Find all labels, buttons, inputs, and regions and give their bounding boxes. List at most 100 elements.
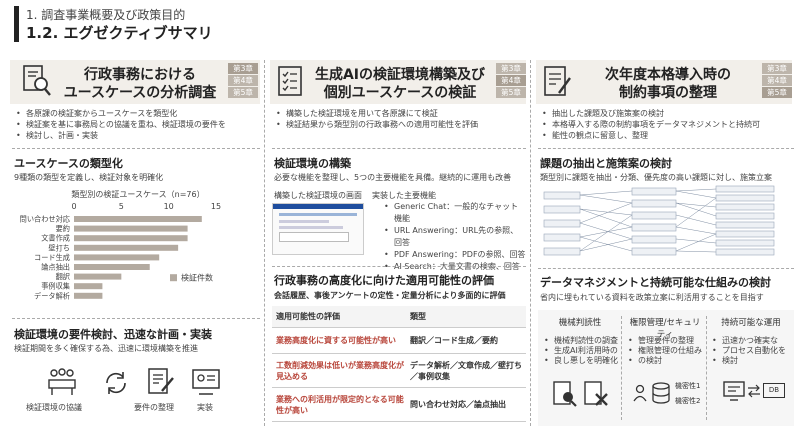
table-row: 業務高度化に資する可能性が高い 翻訳／コード生成／要約 [272,328,526,354]
exchange-arrows-icon [747,384,761,398]
list-item-continued: 能性の観点に留意し、整理 [552,131,648,140]
list-item: 権限管理の仕組み [628,346,704,356]
col1-title-line2: ユースケースの分析調査 [63,85,217,101]
list-item-continued: の検討 [638,356,662,365]
y-tick-label: 文書作成 [41,234,70,243]
table-header-cell: 類型 [410,312,426,321]
section-divider [538,148,794,149]
chapter-chip: 第4章 [496,75,526,86]
table-header: 適用可能性の評価 類型 [272,306,526,328]
document-pen-icon [542,64,572,98]
y-tick-label: 論点抽出 [41,263,70,272]
col2-bullets: 構築した検証環境を用いて各原課にて検証 検証結果から類型別の行政事務への適用可能… [274,108,526,130]
chapter-chip: 第5章 [228,87,258,98]
chart-title: 類型別の検証ユースケース（n=76） [71,189,204,199]
meeting-icon [46,367,78,397]
list-item: 構築した検証環境を用いて各原課にて検証 [274,108,526,119]
bar [74,292,103,299]
col3-sec2-title: データマネジメントと持続可能な仕組みの検討 [540,276,771,289]
box-title-readability: 機械判読性 [558,318,602,328]
list-item: 能性の観点に留意し、整理 [540,130,794,141]
screen-line [279,226,343,229]
section-number: 1. 調査事業概要及び政策目的 [26,8,186,22]
list-item: 本格導入する際の制約事項をデータマネジメントと持続可 [540,119,794,130]
col2-sec1-title: 検証環境の構築 [274,157,351,170]
screen-label: 構築した検証環境の画面 [274,191,362,200]
chapter-chip: 第4章 [228,75,258,86]
col2-sec2-sub: 会話履歴、事後アンケートの定性・定量分析により多面的に評価 [274,291,506,300]
icon-label: 検証環境の協議 [26,403,82,412]
bar [74,216,202,222]
legend-label: 検証件数 [181,273,213,283]
list-item-continued: 検討し、計画・実装 [26,131,98,140]
panel-divider [706,316,707,420]
section-divider [12,318,260,319]
list-item: 検証案を基に事務局との協議を重ね、検証環境の要件を [14,119,260,130]
table-cell: 業務高度化に資する可能性が高い [276,336,396,345]
table-header-cell: 適用可能性の評価 [276,312,340,321]
table-cell: 工数削減効果は低いが業務高度化が見込める [276,360,404,381]
document-edit-icon [146,367,176,397]
y-tick-label: 問い合わせ対応 [20,215,70,224]
col3-sec1-sub: 類型別に課題を抽出・分類、優先度の高い課題に対し、施策立案 [540,173,772,182]
col1-sec2-title: 検証環境の要件検討、迅速な計画・実装 [14,328,212,341]
list-item: URL Answering：URL先の参照、回答 [384,225,526,249]
section-divider [12,148,260,149]
col2-sec2-title: 行政事務の高度化に向けた適用可能性の評価 [274,274,494,287]
list-item: プロセス自動化を [712,346,792,356]
db-label: DB [763,383,785,398]
refresh-cycle-icon [102,369,130,397]
checklist-icon [276,64,304,98]
col1-sec1-title: ユースケースの類型化 [14,157,123,170]
list-item-continued: 良し悪しを明確化 [554,356,618,365]
col1-sec2-sub: 検証期間を多く確保する為、迅速に環境構築を推進 [14,344,198,353]
database-icon [650,381,672,405]
list-item: の検討 [628,356,704,366]
document-reject-icon [583,380,609,408]
x-tick-label: 10 [164,202,174,211]
features-list: Generic Chat：一般的なチャット機能 URL Answering：UR… [384,201,526,273]
bar [74,235,188,242]
y-tick-label: 壁打ち [48,243,70,252]
bar [74,225,188,232]
features-label: 実装した主要機能 [372,191,436,200]
sustainable-items: 迅速かつ確実な プロセス自動化を 検討 [712,336,792,366]
y-tick-label: コード生成 [34,253,70,262]
screen-line [279,220,329,223]
list-item: 良し悪しを明確化 [544,356,620,366]
col1-chapter-chips: 第3章 第4章 第5章 [228,63,258,99]
col3-title-line2: 制約事項の整理 [619,85,717,101]
screen-thumbnail [272,203,364,255]
y-tick-label: 事例収集 [41,282,70,291]
section-divider [538,268,794,269]
list-item: 各原課の検証案からユースケースを類型化 [14,108,260,119]
user-icon [632,384,648,402]
evaluation-table: 適用可能性の評価 類型 業務高度化に資する可能性が高い 翻訳／コード生成／要約 … [272,306,526,422]
bar [74,264,150,270]
col3-chapter-chips: 第3章 第4章 第5章 [762,63,792,99]
section-divider [272,266,526,267]
y-tick-label: 翻訳 [56,272,70,281]
confidential-label: 機密性2 [675,397,701,405]
col2-title: 生成AIの検証環境構築及び 個別ユースケースの検証 [306,66,494,102]
table-cell: 業務への利活用が限定的となる可能性が高い [276,394,404,415]
col2-title-line2: 個別ユースケースの検証 [323,85,477,101]
header-accent-bar [14,6,19,42]
list-item: Generic Chat：一般的なチャット機能 [384,201,526,225]
column-divider [264,60,265,426]
readability-items: 機械判読性の調査 生成AI利活用時の 良し悪しを明確化 [544,336,620,366]
section-divider [272,148,526,149]
col3-bullets: 抽出した課題及び施策案の検討 本格導入する際の制約事項をデータマネジメントと持続… [540,108,794,141]
col1-bullets: 各原課の検証案からユースケースを類型化 検証案を基に事務局との協議を重ね、検証環… [14,108,260,141]
list-item: 検証結果から類型別の行政事務への適用可能性を評価 [274,119,526,130]
screen-header-bar [273,204,363,209]
bar [74,244,179,251]
list-item: 検討 [712,356,792,366]
chapter-chip: 第5章 [496,87,526,98]
table-cell: 問い合わせ対応／論点抽出 [410,400,506,409]
col3-title-line1: 次年度本格導入時の [605,67,731,83]
col3-sec1-title: 課題の抽出と施策案の検討 [540,157,672,170]
col3-sec2-sub: 省内に埋もれている資料を政策立案に利活用することを目指す [540,293,764,302]
icon-label: 要件の整理 [134,403,174,412]
list-item-continued: 検討 [722,356,738,365]
